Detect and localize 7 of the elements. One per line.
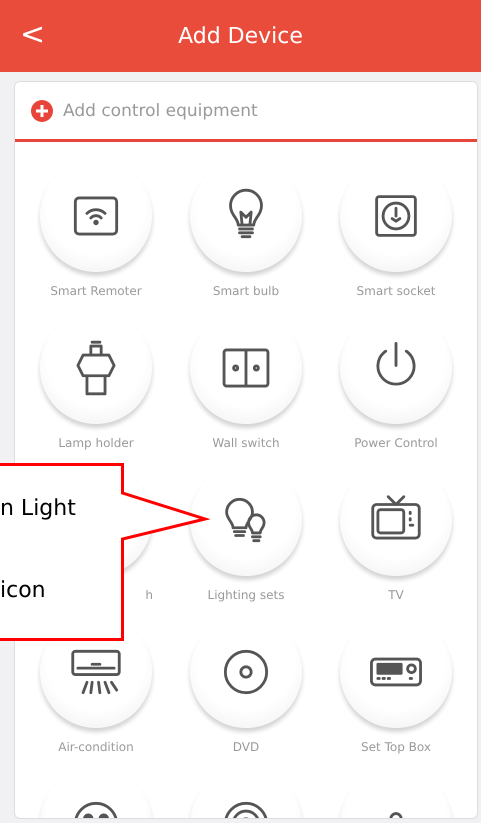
plus-icon <box>31 100 53 122</box>
callout-text: n Light <box>0 496 76 521</box>
device-label: h <box>145 588 153 602</box>
callout-text: icon <box>0 578 46 603</box>
screen-title: Add Device <box>178 24 303 48</box>
add-equipment-button[interactable]: Add control equipment <box>15 82 477 142</box>
back-button[interactable]: < <box>16 18 50 52</box>
